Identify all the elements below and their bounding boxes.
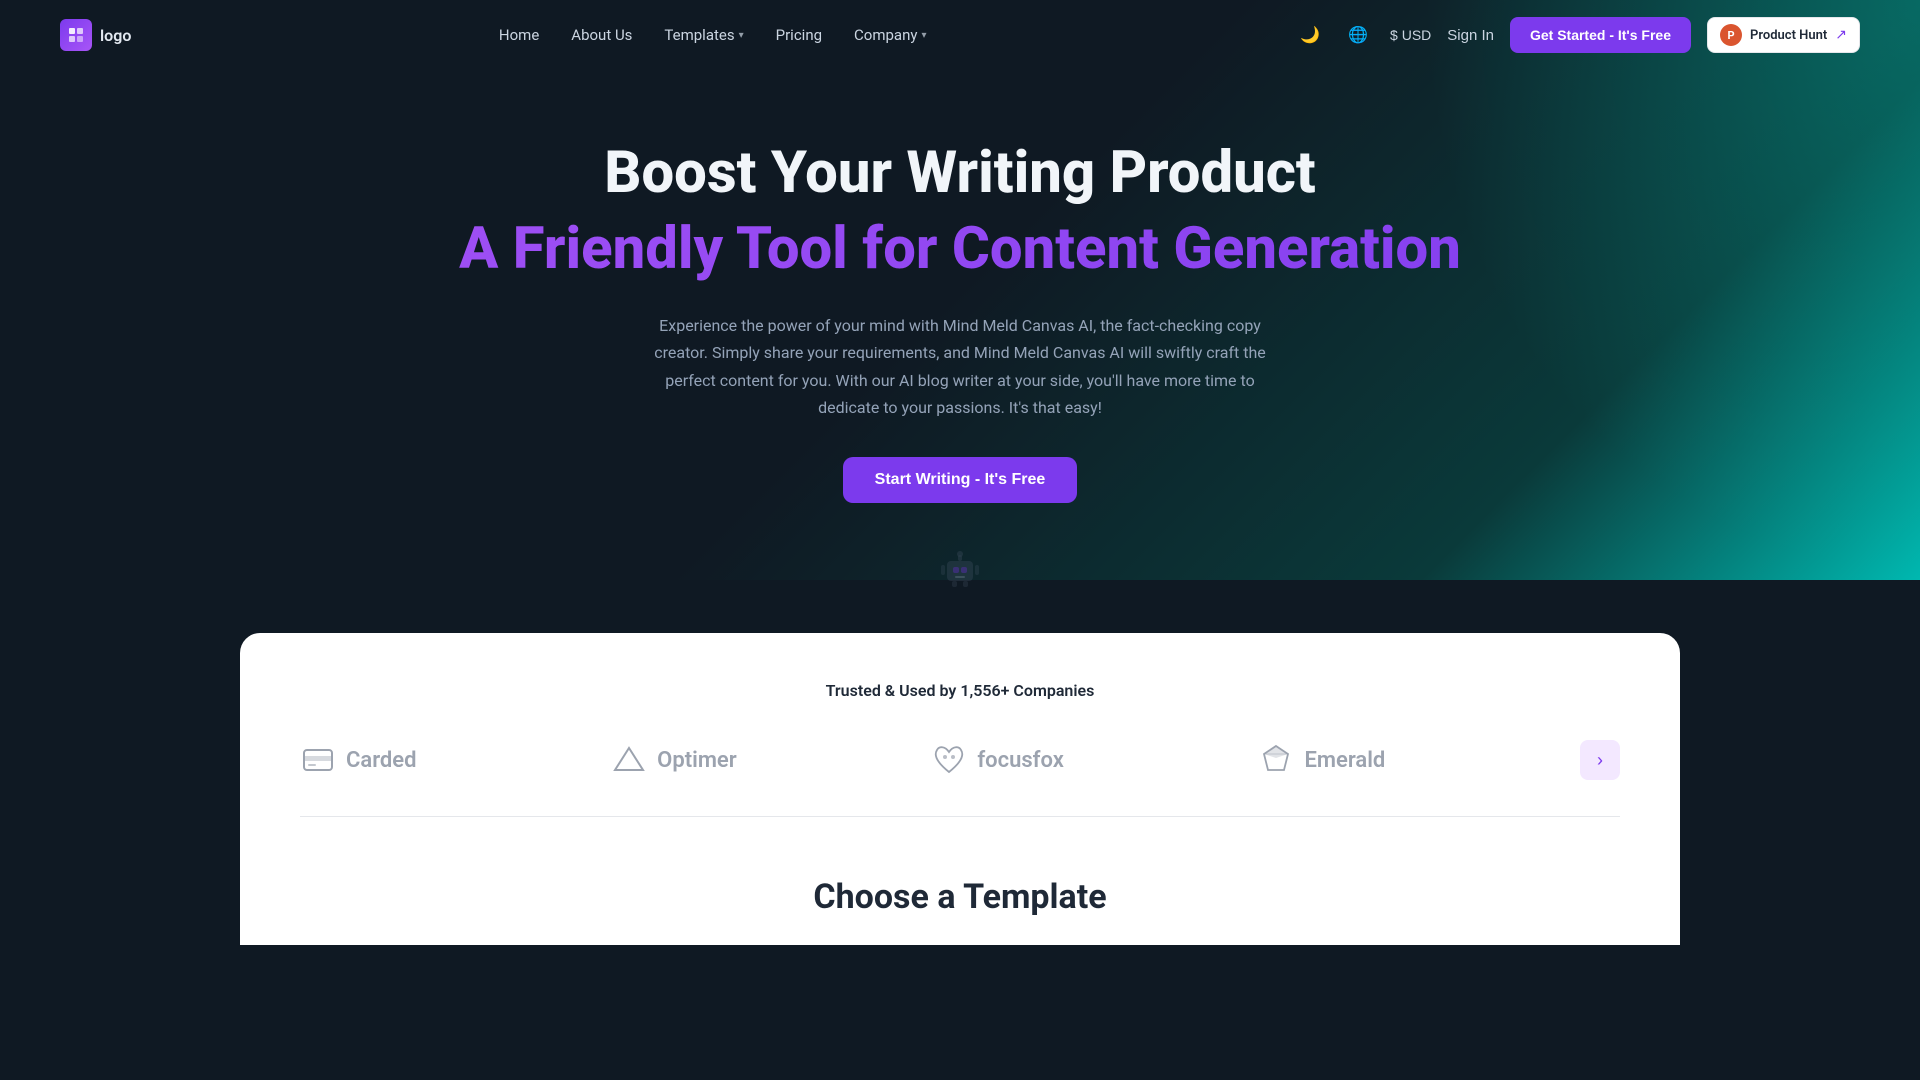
logo-text: logo	[100, 26, 131, 45]
nav-links: Home About Us Templates ▾ Pricing Compan…	[499, 26, 927, 44]
hero-title-line2: A Friendly Tool for Content Generation	[20, 215, 1900, 285]
nav-templates[interactable]: Templates ▾	[664, 26, 743, 44]
product-hunt-logo: P	[1720, 24, 1742, 46]
next-arrow-icon: ›	[1597, 750, 1603, 771]
companies-row: Carded Optimer focusfox	[300, 740, 1620, 780]
dark-mode-toggle[interactable]: 🌙	[1294, 19, 1326, 51]
focusfox-label: focusfox	[977, 748, 1064, 773]
company-optimer: Optimer	[611, 742, 737, 778]
product-hunt-badge[interactable]: P Product Hunt ↗	[1707, 17, 1860, 53]
currency-selector[interactable]: $ USD	[1390, 27, 1431, 43]
robot-container	[20, 543, 1900, 593]
focusfox-icon	[931, 742, 967, 778]
moon-icon: 🌙	[1300, 25, 1320, 45]
logo[interactable]: logo	[60, 19, 131, 51]
nav-actions: 🌙 🌐 $ USD Sign In Get Started - It's Fre…	[1294, 17, 1860, 53]
hero-section: Boost Your Writing Product A Friendly To…	[0, 70, 1920, 633]
logo-icon	[60, 19, 92, 51]
carded-icon	[300, 742, 336, 778]
nav-pricing[interactable]: Pricing	[776, 26, 822, 44]
language-toggle[interactable]: 🌐	[1342, 19, 1374, 51]
sign-in-button[interactable]: Sign In	[1447, 27, 1494, 44]
nav-home[interactable]: Home	[499, 26, 539, 44]
optimer-icon	[611, 742, 647, 778]
navbar: logo Home About Us Templates ▾ Pricing C…	[0, 0, 1920, 70]
carded-label: Carded	[346, 748, 417, 773]
get-started-button[interactable]: Get Started - It's Free	[1510, 17, 1691, 53]
emerald-icon	[1258, 742, 1294, 778]
emerald-label: Emerald	[1304, 748, 1385, 773]
trusted-title: Trusted & Used by 1,556+ Companies	[300, 681, 1620, 700]
company-focusfox: focusfox	[931, 742, 1064, 778]
choose-template-title: Choose a Template	[300, 877, 1620, 917]
company-carded: Carded	[300, 742, 417, 778]
nav-company[interactable]: Company ▾	[854, 26, 926, 44]
templates-chevron: ▾	[739, 30, 744, 41]
globe-icon: 🌐	[1348, 25, 1368, 45]
hero-title-line1: Boost Your Writing Product	[20, 140, 1900, 207]
product-hunt-arrow: ↗	[1835, 27, 1847, 43]
company-emerald: Emerald	[1258, 742, 1385, 778]
nav-about[interactable]: About Us	[571, 26, 632, 44]
product-hunt-label: Product Hunt	[1750, 28, 1827, 43]
start-writing-button[interactable]: Start Writing - It's Free	[843, 457, 1078, 503]
optimer-label: Optimer	[657, 748, 737, 773]
company-chevron: ▾	[921, 30, 926, 41]
hero-description: Experience the power of your mind with M…	[650, 312, 1270, 421]
bottom-section: Choose a Template	[240, 817, 1680, 945]
robot-icon	[935, 543, 985, 593]
divider	[300, 816, 1620, 817]
companies-next-button[interactable]: ›	[1580, 740, 1620, 780]
